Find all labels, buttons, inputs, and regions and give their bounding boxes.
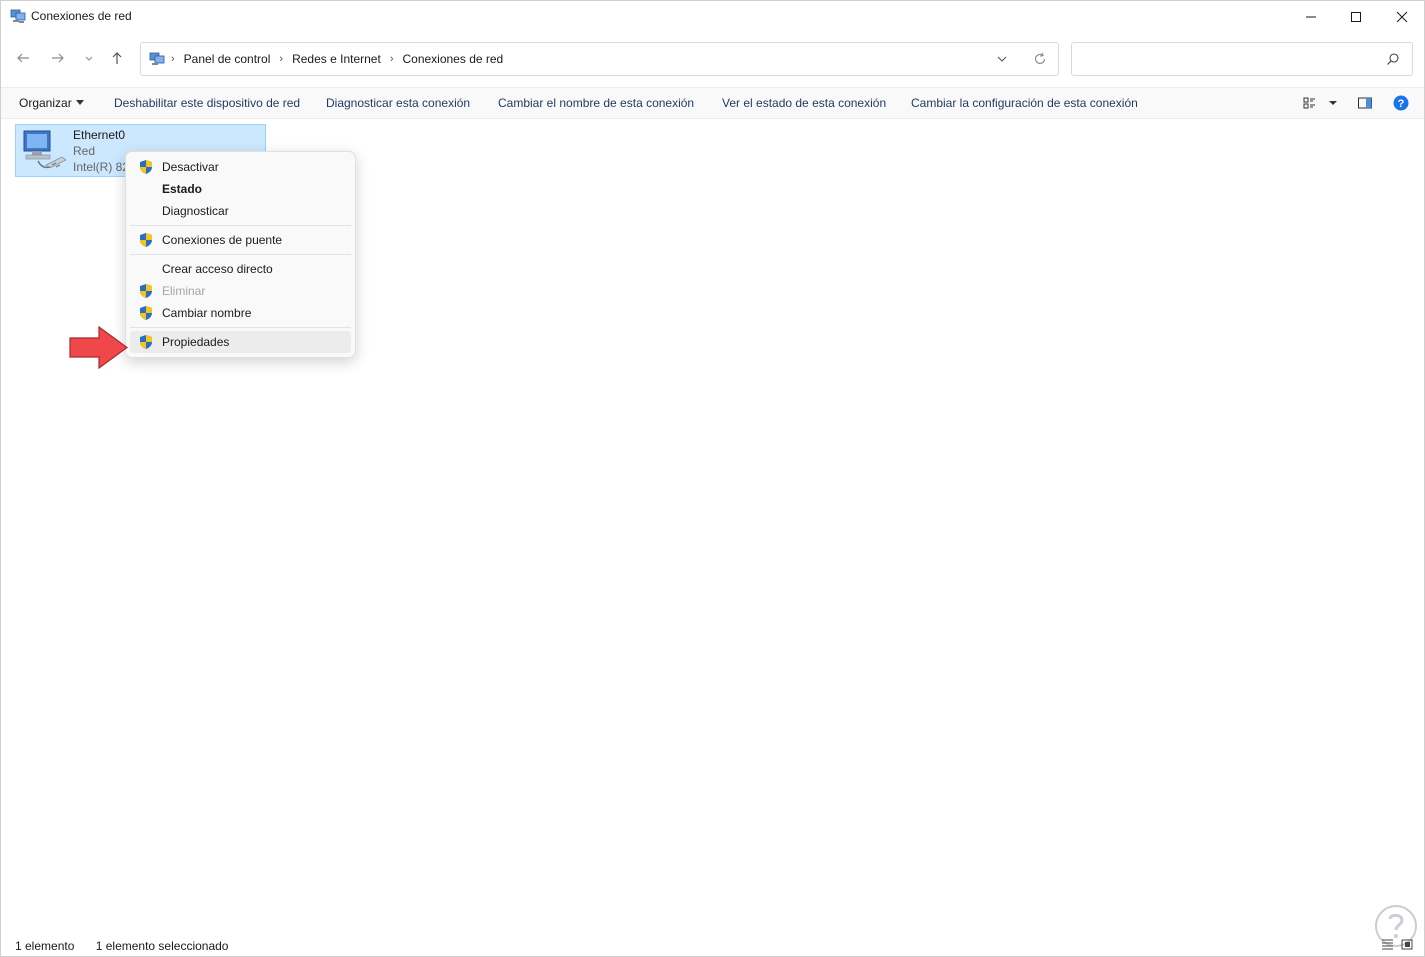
address-bar[interactable]: › Panel de control › Redes e Internet › …	[140, 42, 1059, 76]
ethernet-adapter-icon	[23, 130, 67, 169]
breadcrumb: › Panel de control › Redes e Internet › …	[171, 52, 503, 66]
search-icon	[1387, 53, 1399, 65]
menu-item-propiedades[interactable]: Propiedades	[130, 331, 351, 353]
up-button[interactable]	[107, 48, 127, 68]
uac-shield-icon	[140, 160, 152, 174]
disable-device-button[interactable]: Deshabilitar este dispositivo de red	[114, 96, 300, 110]
help-icon[interactable]: ?	[1393, 95, 1409, 111]
caret-down-icon	[75, 100, 84, 105]
menu-item-desactivar[interactable]: Desactivar	[130, 156, 351, 178]
menu-item-crear-acceso-directo[interactable]: Crear acceso directo	[130, 258, 351, 280]
rename-connection-button[interactable]: Cambiar el nombre de esta conexión	[498, 96, 694, 110]
context-menu: Desactivar Estado Diagnosticar Conexione…	[125, 151, 356, 358]
forward-button[interactable]	[48, 48, 68, 68]
menu-item-label: Eliminar	[162, 284, 206, 298]
connection-status: Red	[73, 144, 96, 158]
control-panel-icon	[149, 52, 165, 65]
maximize-button[interactable]	[1333, 1, 1379, 33]
organize-button[interactable]: Organizar	[19, 96, 84, 110]
search-input[interactable]	[1071, 42, 1413, 76]
chevron-right-icon: ›	[171, 53, 175, 65]
recent-locations-button[interactable]	[79, 48, 99, 68]
menu-separator	[130, 225, 351, 226]
menu-item-diagnosticar[interactable]: Diagnosticar	[130, 200, 351, 222]
connection-device: Intel(R) 82	[73, 160, 130, 174]
annotation-arrow-icon	[69, 326, 129, 369]
view-options-caret-down-icon[interactable]	[1325, 95, 1341, 111]
menu-item-label: Propiedades	[162, 335, 230, 349]
diagnose-connection-button[interactable]: Diagnosticar esta conexión	[326, 96, 470, 110]
title-bar[interactable]: Conexiones de red	[1, 1, 1424, 33]
connection-name: Ethernet0	[73, 128, 126, 142]
maximize-icon	[1351, 12, 1361, 22]
close-button[interactable]	[1379, 1, 1424, 33]
menu-item-conexiones-de-puente[interactable]: Conexiones de puente	[130, 229, 351, 251]
menu-item-label: Cambiar nombre	[162, 306, 252, 320]
menu-item-label: Crear acceso directo	[162, 262, 273, 276]
menu-item-cambiar-nombre[interactable]: Cambiar nombre	[130, 302, 351, 324]
change-view-icon[interactable]	[1302, 95, 1318, 111]
close-icon	[1396, 11, 1408, 23]
uac-shield-icon	[140, 284, 152, 298]
uac-shield-icon	[140, 233, 152, 247]
arrow-right-icon	[52, 53, 64, 63]
preview-pane-icon[interactable]	[1357, 95, 1373, 111]
refresh-icon[interactable]	[1032, 51, 1048, 67]
change-settings-button[interactable]: Cambiar la configuración de esta conexió…	[911, 96, 1138, 110]
uac-shield-icon	[140, 306, 152, 320]
window-title: Conexiones de red	[31, 9, 132, 23]
menu-item-label: Conexiones de puente	[162, 233, 283, 247]
menu-item-label: Estado	[162, 182, 203, 196]
arrow-up-icon	[112, 52, 122, 64]
menu-separator	[130, 327, 351, 328]
breadcrumb-item[interactable]: Panel de control	[184, 52, 271, 66]
menu-item-label: Desactivar	[162, 160, 219, 174]
explorer-window: Conexiones de red › Panel de control › R…	[0, 0, 1425, 957]
minimize-icon	[1306, 16, 1316, 18]
address-history-chevron-down-icon[interactable]	[994, 51, 1010, 67]
chevron-right-icon[interactable]: ›	[390, 53, 394, 65]
status-bar: 1 elemento 1 elemento seleccionado	[15, 939, 246, 953]
item-count: 1 elemento	[15, 939, 75, 953]
network-connections-icon	[10, 9, 26, 23]
organize-label: Organizar	[19, 96, 72, 110]
details-view-icon[interactable]	[1380, 937, 1416, 951]
command-bar: Organizar Deshabilitar este dispositivo …	[1, 87, 1424, 119]
breadcrumb-item[interactable]: Conexiones de red	[402, 52, 503, 66]
selected-count: 1 elemento seleccionado	[95, 939, 229, 953]
uac-shield-icon	[140, 335, 152, 349]
menu-item-eliminar: Eliminar	[130, 280, 351, 302]
svg-text:?: ?	[1398, 98, 1405, 110]
menu-separator	[130, 254, 351, 255]
menu-item-label: Diagnosticar	[162, 204, 229, 218]
menu-item-estado[interactable]: Estado	[130, 178, 351, 200]
view-status-button[interactable]: Ver el estado de esta conexión	[722, 96, 886, 110]
back-button[interactable]	[13, 48, 33, 68]
minimize-button[interactable]	[1288, 1, 1334, 33]
arrow-left-icon	[17, 53, 29, 63]
chevron-right-icon[interactable]: ›	[279, 53, 283, 65]
chevron-down-icon	[85, 56, 93, 61]
breadcrumb-item[interactable]: Redes e Internet	[292, 52, 381, 66]
